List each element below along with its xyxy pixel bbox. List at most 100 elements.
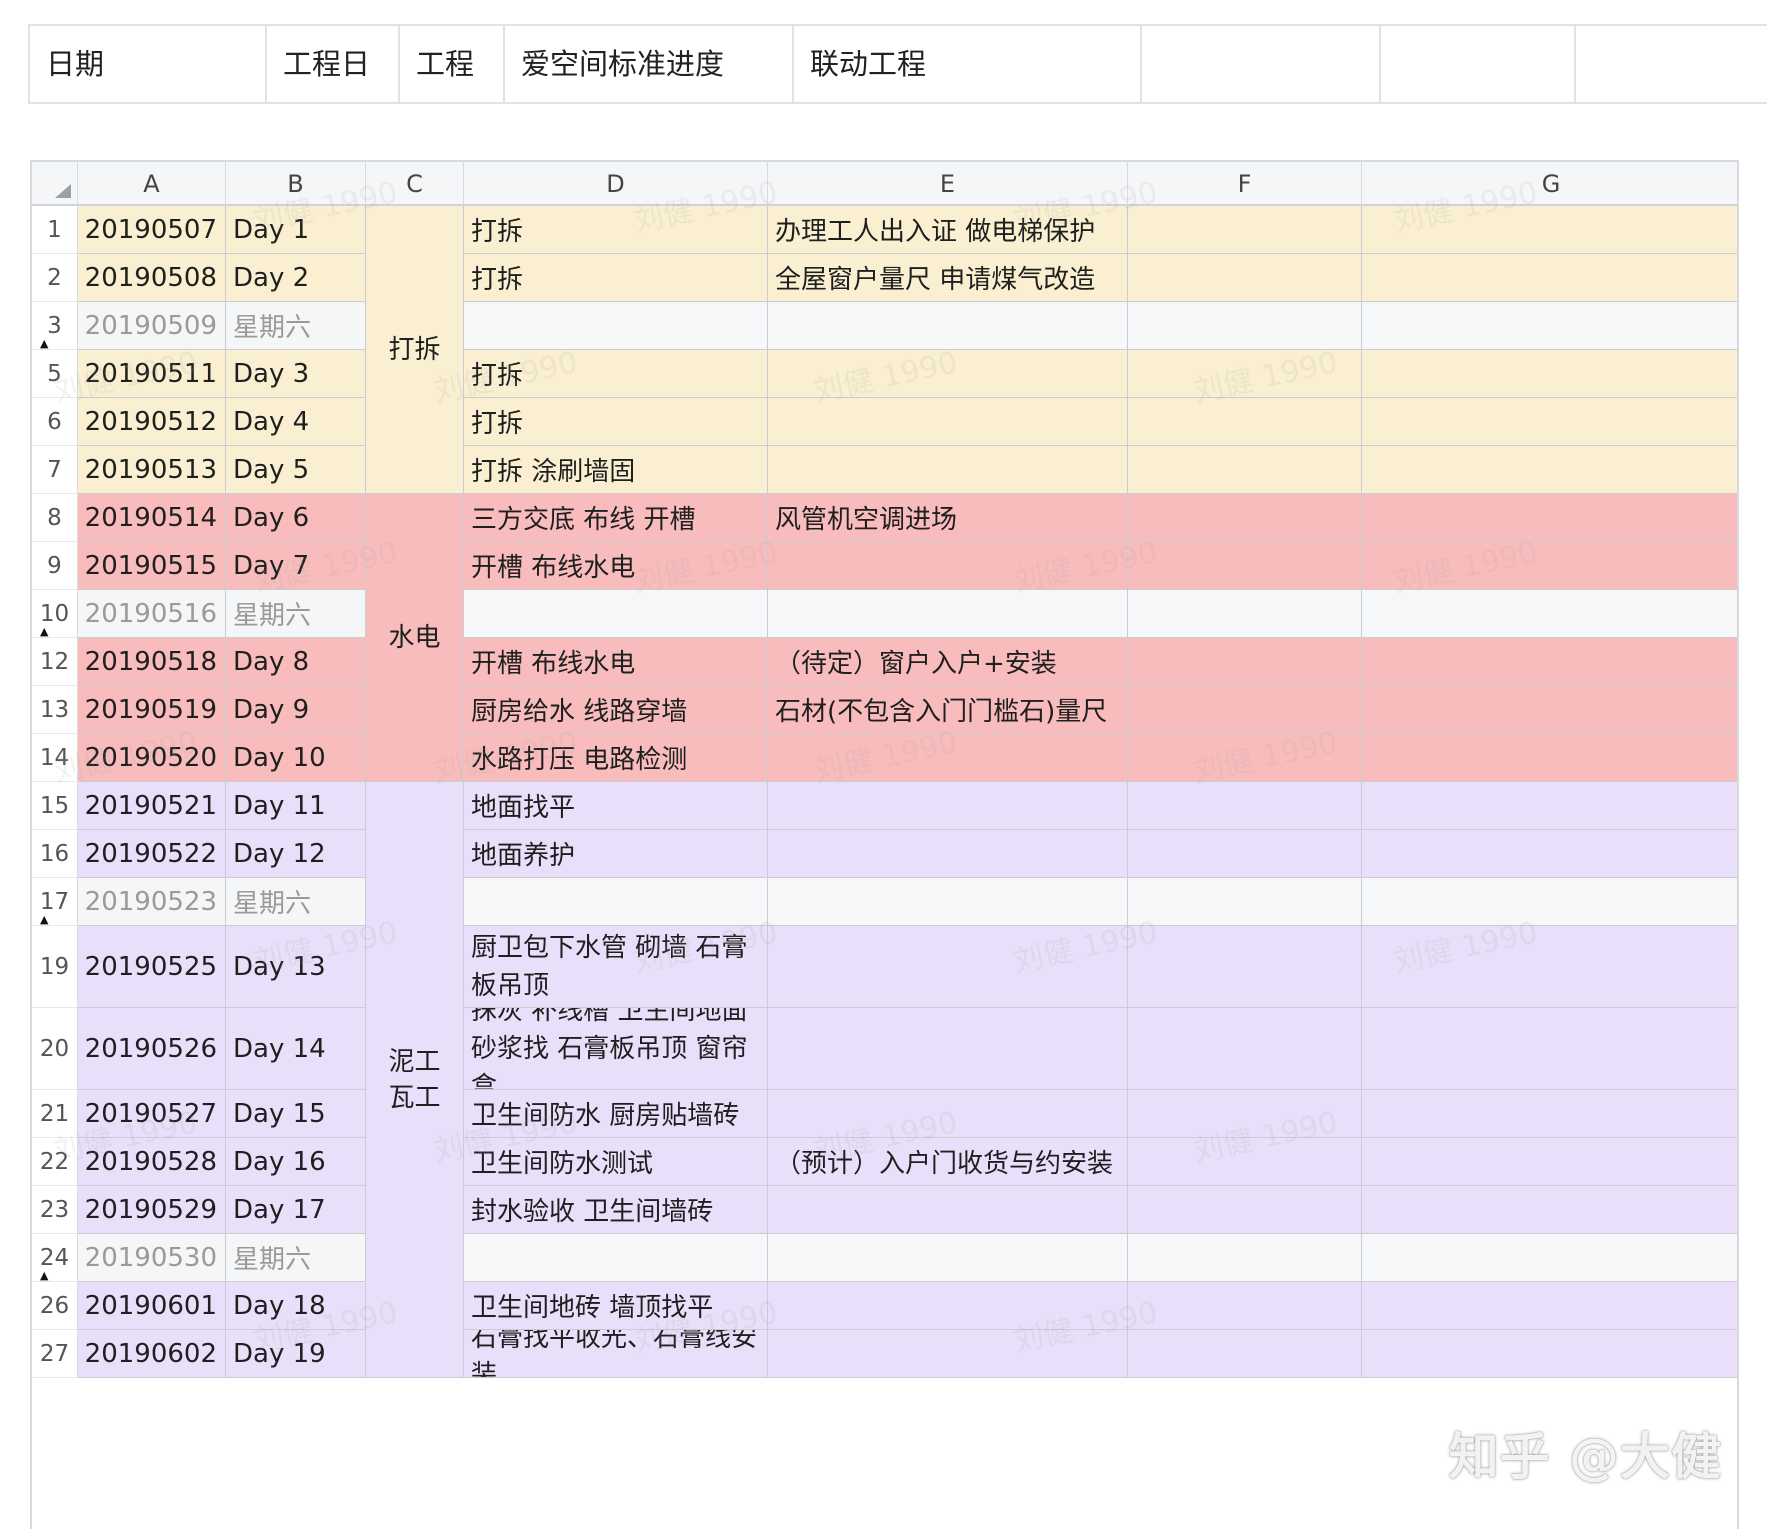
cell-project-day[interactable]: Day 11 <box>226 782 366 830</box>
cell-f[interactable] <box>1128 206 1362 254</box>
cell-linked-work[interactable] <box>768 734 1128 782</box>
cell-project-day[interactable]: Day 5 <box>226 446 366 494</box>
row-header[interactable]: 2 <box>32 254 78 302</box>
cell-f[interactable] <box>1128 1282 1362 1330</box>
cell-date[interactable]: 20190519 <box>78 686 226 734</box>
cell-g[interactable] <box>1362 350 1737 398</box>
cell-standard-progress[interactable]: 抹灰 补线槽 卫生间地面砂浆找 石膏板吊顶 窗帘盒 <box>464 1008 768 1090</box>
cell-date[interactable]: 20190516 <box>78 590 226 638</box>
cell-f[interactable] <box>1128 926 1362 1008</box>
column-header-d[interactable]: D <box>464 162 768 206</box>
cell-standard-progress[interactable]: 打拆 <box>464 398 768 446</box>
cell-f[interactable] <box>1128 782 1362 830</box>
cell-project-day[interactable]: Day 19 <box>226 1330 366 1378</box>
cell-f[interactable] <box>1128 398 1362 446</box>
row-header[interactable]: 17 <box>32 878 78 926</box>
cell-standard-progress[interactable]: 地面养护 <box>464 830 768 878</box>
column-header-c[interactable]: C <box>366 162 464 206</box>
cell-linked-work[interactable] <box>768 878 1128 926</box>
cell-project-day[interactable]: Day 18 <box>226 1282 366 1330</box>
column-header-a[interactable]: A <box>78 162 226 206</box>
cell-date[interactable]: 20190508 <box>78 254 226 302</box>
cell-date[interactable]: 20190526 <box>78 1008 226 1090</box>
cell-standard-progress[interactable]: 打拆 <box>464 254 768 302</box>
cell-project-day[interactable]: Day 3 <box>226 350 366 398</box>
cell-linked-work[interactable] <box>768 1282 1128 1330</box>
cell-standard-progress[interactable]: 厨房给水 线路穿墙 <box>464 686 768 734</box>
cell-g[interactable] <box>1362 926 1737 1008</box>
cell-standard-progress[interactable]: 卫生间防水 厨房贴墙砖 <box>464 1090 768 1138</box>
cell-g[interactable] <box>1362 1186 1737 1234</box>
cell-project-day[interactable]: Day 7 <box>226 542 366 590</box>
cell-g[interactable] <box>1362 1282 1737 1330</box>
cell-f[interactable] <box>1128 494 1362 542</box>
row-header[interactable]: 9 <box>32 542 78 590</box>
cell-linked-work[interactable]: 石材(不包含入门门槛石)量尺 <box>768 686 1128 734</box>
row-header[interactable]: 7 <box>32 446 78 494</box>
cell-f[interactable] <box>1128 590 1362 638</box>
cell-project-day[interactable]: Day 17 <box>226 1186 366 1234</box>
cell-linked-work[interactable] <box>768 1008 1128 1090</box>
cell-project-day[interactable]: 星期六 <box>226 1234 366 1282</box>
cell-standard-progress[interactable] <box>464 302 768 350</box>
column-header-f[interactable]: F <box>1128 162 1362 206</box>
cell-project-day[interactable]: Day 2 <box>226 254 366 302</box>
cell-linked-work[interactable] <box>768 542 1128 590</box>
cell-g[interactable] <box>1362 782 1737 830</box>
cell-project-day[interactable]: Day 14 <box>226 1008 366 1090</box>
cell-project-day[interactable]: Day 13 <box>226 926 366 1008</box>
cell-linked-work[interactable] <box>768 1186 1128 1234</box>
cell-standard-progress[interactable] <box>464 1234 768 1282</box>
cell-standard-progress[interactable]: 卫生间地砖 墙顶找平 <box>464 1282 768 1330</box>
cell-phase-merged[interactable]: 打拆 <box>366 206 464 494</box>
row-header[interactable]: 8 <box>32 494 78 542</box>
cell-g[interactable] <box>1362 1008 1737 1090</box>
cell-linked-work[interactable] <box>768 1330 1128 1378</box>
cell-project-day[interactable]: 星期六 <box>226 302 366 350</box>
cell-f[interactable] <box>1128 1008 1362 1090</box>
row-header[interactable]: 3 <box>32 302 78 350</box>
cell-date[interactable]: 20190529 <box>78 1186 226 1234</box>
unhide-rows-up-icon[interactable]: ▲ <box>40 914 48 925</box>
cell-date[interactable]: 20190527 <box>78 1090 226 1138</box>
cell-linked-work[interactable] <box>768 830 1128 878</box>
unhide-rows-up-icon[interactable]: ▲ <box>40 1270 48 1281</box>
cell-standard-progress[interactable] <box>464 590 768 638</box>
cell-f[interactable] <box>1128 350 1362 398</box>
cell-date[interactable]: 20190602 <box>78 1330 226 1378</box>
cell-standard-progress[interactable]: 地面找平 <box>464 782 768 830</box>
cell-project-day[interactable]: Day 12 <box>226 830 366 878</box>
cell-date[interactable]: 20190515 <box>78 542 226 590</box>
cell-f[interactable] <box>1128 302 1362 350</box>
cell-standard-progress[interactable]: 开槽 布线水电 <box>464 542 768 590</box>
cell-project-day[interactable]: Day 6 <box>226 494 366 542</box>
cell-date[interactable]: 20190507 <box>78 206 226 254</box>
row-header[interactable]: 21 <box>32 1090 78 1138</box>
row-header[interactable]: 23 <box>32 1186 78 1234</box>
row-header[interactable]: 20 <box>32 1008 78 1090</box>
cell-g[interactable] <box>1362 1138 1737 1186</box>
cell-f[interactable] <box>1128 830 1362 878</box>
cell-project-day[interactable]: Day 4 <box>226 398 366 446</box>
cell-linked-work[interactable] <box>768 782 1128 830</box>
cell-date[interactable]: 20190520 <box>78 734 226 782</box>
cell-date[interactable]: 20190525 <box>78 926 226 1008</box>
cell-linked-work[interactable] <box>768 398 1128 446</box>
select-all-corner[interactable] <box>32 162 78 206</box>
row-header[interactable]: 24 <box>32 1234 78 1282</box>
cell-f[interactable] <box>1128 1090 1362 1138</box>
row-header[interactable]: 1 <box>32 206 78 254</box>
cell-f[interactable] <box>1128 1234 1362 1282</box>
cell-linked-work[interactable] <box>768 446 1128 494</box>
cell-linked-work[interactable] <box>768 1234 1128 1282</box>
cell-g[interactable] <box>1362 398 1737 446</box>
row-header[interactable]: 22 <box>32 1138 78 1186</box>
cell-project-day[interactable]: Day 1 <box>226 206 366 254</box>
cell-date[interactable]: 20190521 <box>78 782 226 830</box>
cell-date[interactable]: 20190522 <box>78 830 226 878</box>
row-header[interactable]: 12 <box>32 638 78 686</box>
cell-g[interactable] <box>1362 1330 1737 1378</box>
cell-f[interactable] <box>1128 638 1362 686</box>
cell-project-day[interactable]: 星期六 <box>226 590 366 638</box>
column-header-b[interactable]: B <box>226 162 366 206</box>
